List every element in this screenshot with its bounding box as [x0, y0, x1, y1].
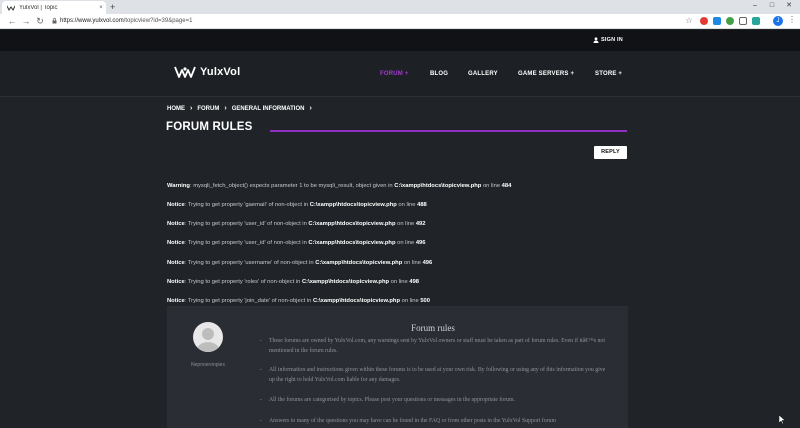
sign-in-link[interactable]: SIGN IN [593, 37, 623, 43]
extension-green-icon[interactable] [726, 17, 734, 25]
maximize-button[interactable]: □ [763, 0, 781, 12]
breadcrumb-chevron-icon: › [309, 105, 312, 112]
minimize-button[interactable]: – [746, 0, 764, 12]
post-username[interactable]: Nepnoeronpiex [181, 362, 235, 368]
close-window-button[interactable]: ✕ [780, 0, 798, 12]
nav-blog[interactable]: BLOG [430, 71, 448, 77]
site-favicon-icon [7, 5, 15, 11]
tab-title: YulxVol | Topic [19, 4, 58, 11]
address-bar[interactable]: https://www.yulxvol.com/topicview?id=39&… [60, 16, 192, 26]
php-message: Notice: Trying to get property 'user_id'… [167, 240, 426, 246]
php-message: Notice: Trying to get property 'gaemail'… [167, 202, 427, 208]
page-title: FORUM RULES [166, 121, 253, 133]
tab-close-icon[interactable]: × [96, 5, 106, 11]
site-topbar: SIGN IN [0, 30, 800, 51]
extension-teal-icon[interactable] [752, 17, 760, 25]
list-item: - All information and instructions given … [260, 367, 606, 383]
logo-emblem-icon [174, 66, 196, 78]
profile-avatar-icon[interactable]: J [773, 16, 783, 26]
default-avatar-icon [196, 328, 220, 352]
nav-gallery[interactable]: GALLERY [468, 71, 498, 77]
list-item: - Answers to many of the questions you ma… [260, 418, 556, 424]
breadcrumb: HOME › FORUM › GENERAL INFORMATION › [167, 105, 317, 112]
list-item: - All the forums are categorised by topic… [260, 397, 515, 403]
extension-grid-icon[interactable] [739, 17, 747, 25]
site-header: YulxVol FORUM + BLOG GALLERY GAME SERVER… [0, 51, 800, 97]
browser-menu-icon[interactable]: ⋮ [788, 15, 796, 24]
breadcrumb-home[interactable]: HOME [167, 106, 185, 112]
url-host: https://www.yulxvol.com [60, 18, 124, 24]
title-underline [270, 130, 627, 132]
url-path: /topicview?id=39&page=1 [123, 18, 193, 24]
logo-text: YulxVol [200, 66, 241, 78]
mouse-cursor-icon [779, 415, 785, 424]
sign-in-label: SIGN IN [601, 37, 623, 43]
breadcrumb-forum[interactable]: FORUM [197, 106, 219, 112]
breadcrumb-chevron-icon: › [224, 105, 227, 112]
php-message: Notice: Trying to get property 'roles' o… [167, 279, 420, 285]
post-title: Forum rules [411, 323, 455, 333]
browser-tab-strip: YulxVol | Topic × + – □ ✕ [0, 0, 800, 14]
forum-post: Nepnoeronpiex Forum rules - These forums … [167, 306, 628, 428]
back-arrow-icon[interactable]: ← [6, 15, 18, 27]
php-message: Warning: mysqli_fetch_object() expects p… [167, 183, 512, 189]
extension-blue-icon[interactable] [713, 17, 721, 25]
browser-tab[interactable]: YulxVol | Topic × [2, 1, 106, 14]
php-message: Notice: Trying to get property 'join_dat… [167, 298, 430, 304]
bookmark-star-icon[interactable]: ☆ [683, 15, 695, 27]
php-message: Notice: Trying to get property 'username… [167, 260, 433, 266]
list-item: - These forums are owned by YulxVol.com, … [260, 338, 605, 354]
new-tab-button[interactable]: + [110, 1, 115, 13]
nav-game-servers[interactable]: GAME SERVERS + [518, 71, 574, 77]
breadcrumb-chevron-icon: › [190, 105, 193, 112]
avatar[interactable] [193, 322, 223, 352]
forward-arrow-icon[interactable]: → [20, 15, 32, 27]
user-icon [593, 37, 599, 43]
lock-icon [52, 18, 57, 24]
nav-forum[interactable]: FORUM + [380, 71, 409, 77]
browser-toolbar: ← → ↻ https://www.yulxvol.com/topicview?… [0, 14, 800, 29]
php-message: Notice: Trying to get property 'user_id'… [167, 221, 426, 227]
opera-extension-icon[interactable] [700, 17, 708, 25]
site-logo[interactable]: YulxVol [174, 65, 240, 79]
nav-store[interactable]: STORE + [595, 71, 622, 77]
breadcrumb-section[interactable]: GENERAL INFORMATION [232, 106, 305, 112]
reload-icon[interactable]: ↻ [34, 15, 46, 27]
reply-button[interactable]: REPLY [594, 146, 627, 159]
